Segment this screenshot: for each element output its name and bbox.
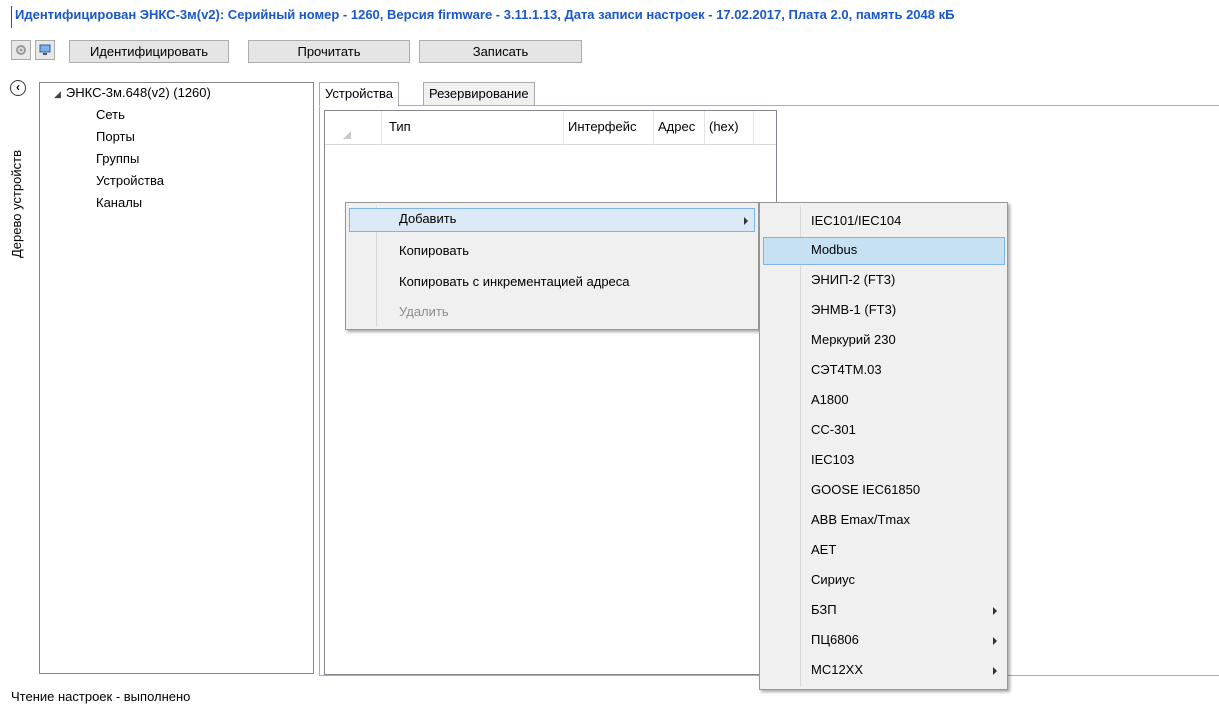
menu-item-copy-label: Копировать — [399, 243, 469, 258]
submenu-item-a1800[interactable]: A1800 — [763, 387, 1005, 415]
chevron-left-icon[interactable]: ‹ — [10, 80, 26, 96]
submenu-item-label: A1800 — [811, 392, 849, 407]
submenu-item-aet[interactable]: AET — [763, 537, 1005, 565]
submenu-item-label: ПЦ6806 — [811, 632, 859, 647]
device-tree: ◢ ЭНКС-3м.648(v2) (1260) Сеть Порты Групп… — [39, 82, 314, 674]
device-info-text: Идентифицирован ЭНКС-3м(v2): Серийный но… — [15, 7, 955, 22]
read-button[interactable]: Прочитать — [248, 40, 410, 63]
submenu-item-label: ABB Emax/Tmax — [811, 512, 910, 527]
submenu-item-bzp[interactable]: БЗП — [763, 597, 1005, 625]
submenu-item-label: Modbus — [811, 242, 858, 257]
submenu-item-label: IEC103 — [811, 452, 855, 467]
tree-root-label: ЭНКС-3м.648(v2) (1260) — [65, 85, 211, 100]
menu-item-copy-increment-label: Копировать с инкрементацией адреса — [399, 274, 630, 289]
submenu-item-label: AET — [811, 542, 837, 557]
tree-root-node[interactable]: ◢ ЭНКС-3м.648(v2) (1260) — [54, 85, 211, 102]
identify-button[interactable]: Идентифицировать — [69, 40, 229, 63]
submenu-item-pc6806[interactable]: ПЦ6806 — [763, 627, 1005, 655]
submenu-item-enip2[interactable]: ЭНИП-2 (FT3) — [763, 267, 1005, 295]
submenu-item-mercury230[interactable]: Меркурий 230 — [763, 327, 1005, 355]
submenu-item-modbus[interactable]: Modbus — [763, 237, 1005, 265]
select-all-corner[interactable] — [343, 131, 351, 139]
tree-item-ports[interactable]: Порты — [96, 129, 135, 145]
submenu-item-iec101-iec104[interactable]: IEC101/IEC104 — [763, 208, 1005, 236]
column-address[interactable]: Адрес — [658, 119, 695, 135]
menu-item-copy[interactable]: Копировать — [349, 240, 755, 264]
submenu-item-label: СЭТ4ТМ.03 — [811, 362, 882, 377]
submenu-item-label: ЭНИП-2 (FT3) — [811, 272, 896, 287]
submenu-item-label: Меркурий 230 — [811, 332, 896, 347]
monitor-icon[interactable] — [35, 40, 55, 60]
tab-devices[interactable]: Устройства — [319, 82, 400, 107]
submenu-arrow-icon — [993, 667, 997, 675]
submenu-arrow-icon — [744, 217, 748, 225]
menu-item-add-label: Добавить — [399, 211, 457, 226]
expand-arrow-icon[interactable]: ◢ — [54, 89, 61, 99]
context-menu: Добавить Копировать Копировать с инкреме… — [345, 202, 759, 330]
submenu-item-set4tm03[interactable]: СЭТ4ТМ.03 — [763, 357, 1005, 385]
column-type[interactable]: Тип — [389, 119, 411, 135]
add-submenu: IEC101/IEC104 Modbus ЭНИП-2 (FT3) ЭНМВ-1… — [759, 202, 1008, 690]
tab-redundancy[interactable]: Резервирование — [423, 82, 535, 106]
menu-item-delete: Удалить — [349, 301, 755, 325]
submenu-item-cc301[interactable]: CC-301 — [763, 417, 1005, 445]
submenu-item-label: БЗП — [811, 602, 837, 617]
submenu-item-label: CC-301 — [811, 422, 856, 437]
grid-header: Тип Интерфейс Адрес (hex) — [325, 111, 776, 145]
submenu-arrow-icon — [993, 637, 997, 645]
submenu-item-label: Сириус — [811, 572, 855, 587]
menu-item-add[interactable]: Добавить — [349, 208, 755, 232]
column-hex[interactable]: (hex) — [709, 119, 739, 135]
menu-item-delete-label: Удалить — [399, 304, 449, 319]
submenu-item-label: IEC101/IEC104 — [811, 213, 902, 228]
tree-item-network[interactable]: Сеть — [96, 107, 125, 123]
status-text: Чтение настроек - выполнено — [11, 689, 191, 704]
tree-item-devices[interactable]: Устройства — [96, 173, 164, 189]
submenu-item-label: GOOSE IEC61850 — [811, 482, 921, 497]
gear-icon[interactable] — [11, 40, 31, 60]
device-info-bar: Идентифицирован ЭНКС-3м(v2): Серийный но… — [11, 6, 1219, 28]
device-tree-caption[interactable]: Дерево устройств — [7, 98, 27, 258]
devices-grid: Тип Интерфейс Адрес (hex) — [324, 110, 777, 675]
submenu-item-sirius[interactable]: Сириус — [763, 567, 1005, 595]
submenu-arrow-icon — [993, 607, 997, 615]
column-interface[interactable]: Интерфейс — [568, 119, 636, 135]
write-button[interactable]: Записать — [419, 40, 582, 63]
submenu-item-ms12xx[interactable]: МС12ХХ — [763, 657, 1005, 685]
submenu-item-enmv1[interactable]: ЭНМВ-1 (FT3) — [763, 297, 1005, 325]
submenu-item-iec103[interactable]: IEC103 — [763, 447, 1005, 475]
menu-item-copy-increment[interactable]: Копировать с инкрементацией адреса — [349, 271, 755, 295]
tree-item-channels[interactable]: Каналы — [96, 195, 142, 211]
tree-item-groups[interactable]: Группы — [96, 151, 139, 167]
submenu-item-abb-emax[interactable]: ABB Emax/Tmax — [763, 507, 1005, 535]
submenu-item-label: МС12ХХ — [811, 662, 864, 677]
submenu-item-label: ЭНМВ-1 (FT3) — [811, 302, 897, 317]
submenu-item-goose[interactable]: GOOSE IEC61850 — [763, 477, 1005, 505]
